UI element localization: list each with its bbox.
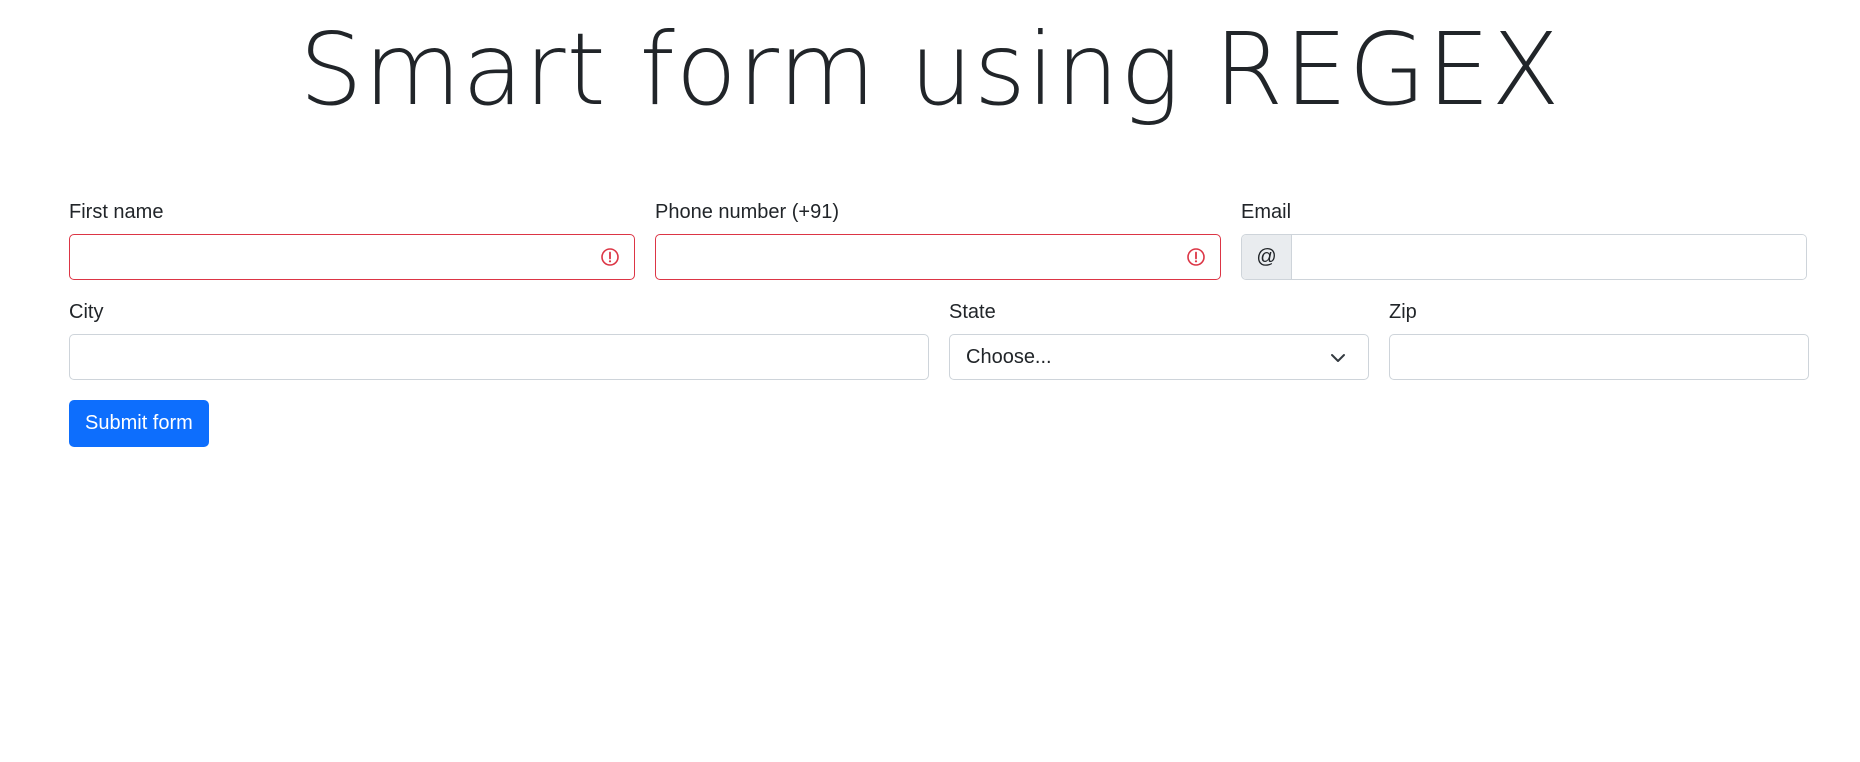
chevron-down-icon bbox=[1331, 354, 1345, 362]
phone-group: Phone number (+91) bbox=[655, 200, 1221, 280]
city-input[interactable] bbox=[70, 335, 928, 379]
email-field[interactable]: @ bbox=[1241, 234, 1807, 280]
email-prefix: @ bbox=[1242, 235, 1292, 279]
first-name-field[interactable] bbox=[69, 234, 635, 280]
phone-field[interactable] bbox=[655, 234, 1221, 280]
phone-label: Phone number (+91) bbox=[655, 201, 840, 223]
exclamation-circle-icon bbox=[601, 248, 619, 266]
state-select[interactable]: Choose... bbox=[949, 334, 1369, 380]
form-row-1: First name Phone number (+91) Email @ bbox=[69, 200, 1809, 280]
email-label: Email bbox=[1241, 201, 1292, 223]
submit-form-button[interactable]: Submit form bbox=[69, 400, 209, 447]
city-field[interactable] bbox=[69, 334, 929, 380]
form-row-2: City State Choose... Zip bbox=[69, 300, 1809, 380]
page: Smart form using REGEX First name Phone … bbox=[0, 0, 1860, 762]
state-group: State Choose... bbox=[949, 300, 1369, 380]
city-label: City bbox=[69, 301, 104, 323]
zip-field[interactable] bbox=[1389, 334, 1809, 380]
phone-input[interactable] bbox=[656, 235, 1220, 279]
first-name-input[interactable] bbox=[70, 235, 634, 279]
city-group: City bbox=[69, 300, 929, 380]
zip-group: Zip bbox=[1389, 300, 1809, 380]
smart-form: First name Phone number (+91) Email @ Ci… bbox=[69, 200, 1809, 447]
exclamation-circle-icon bbox=[1187, 248, 1205, 266]
state-selected-value: Choose... bbox=[966, 345, 1052, 368]
first-name-label: First name bbox=[69, 201, 164, 223]
zip-label: Zip bbox=[1389, 301, 1417, 323]
zip-input[interactable] bbox=[1390, 335, 1808, 379]
state-label: State bbox=[949, 301, 996, 323]
email-input[interactable] bbox=[1292, 235, 1806, 279]
email-group: Email @ bbox=[1241, 200, 1807, 280]
first-name-group: First name bbox=[69, 200, 635, 280]
page-title: Smart form using REGEX bbox=[299, 11, 1561, 128]
